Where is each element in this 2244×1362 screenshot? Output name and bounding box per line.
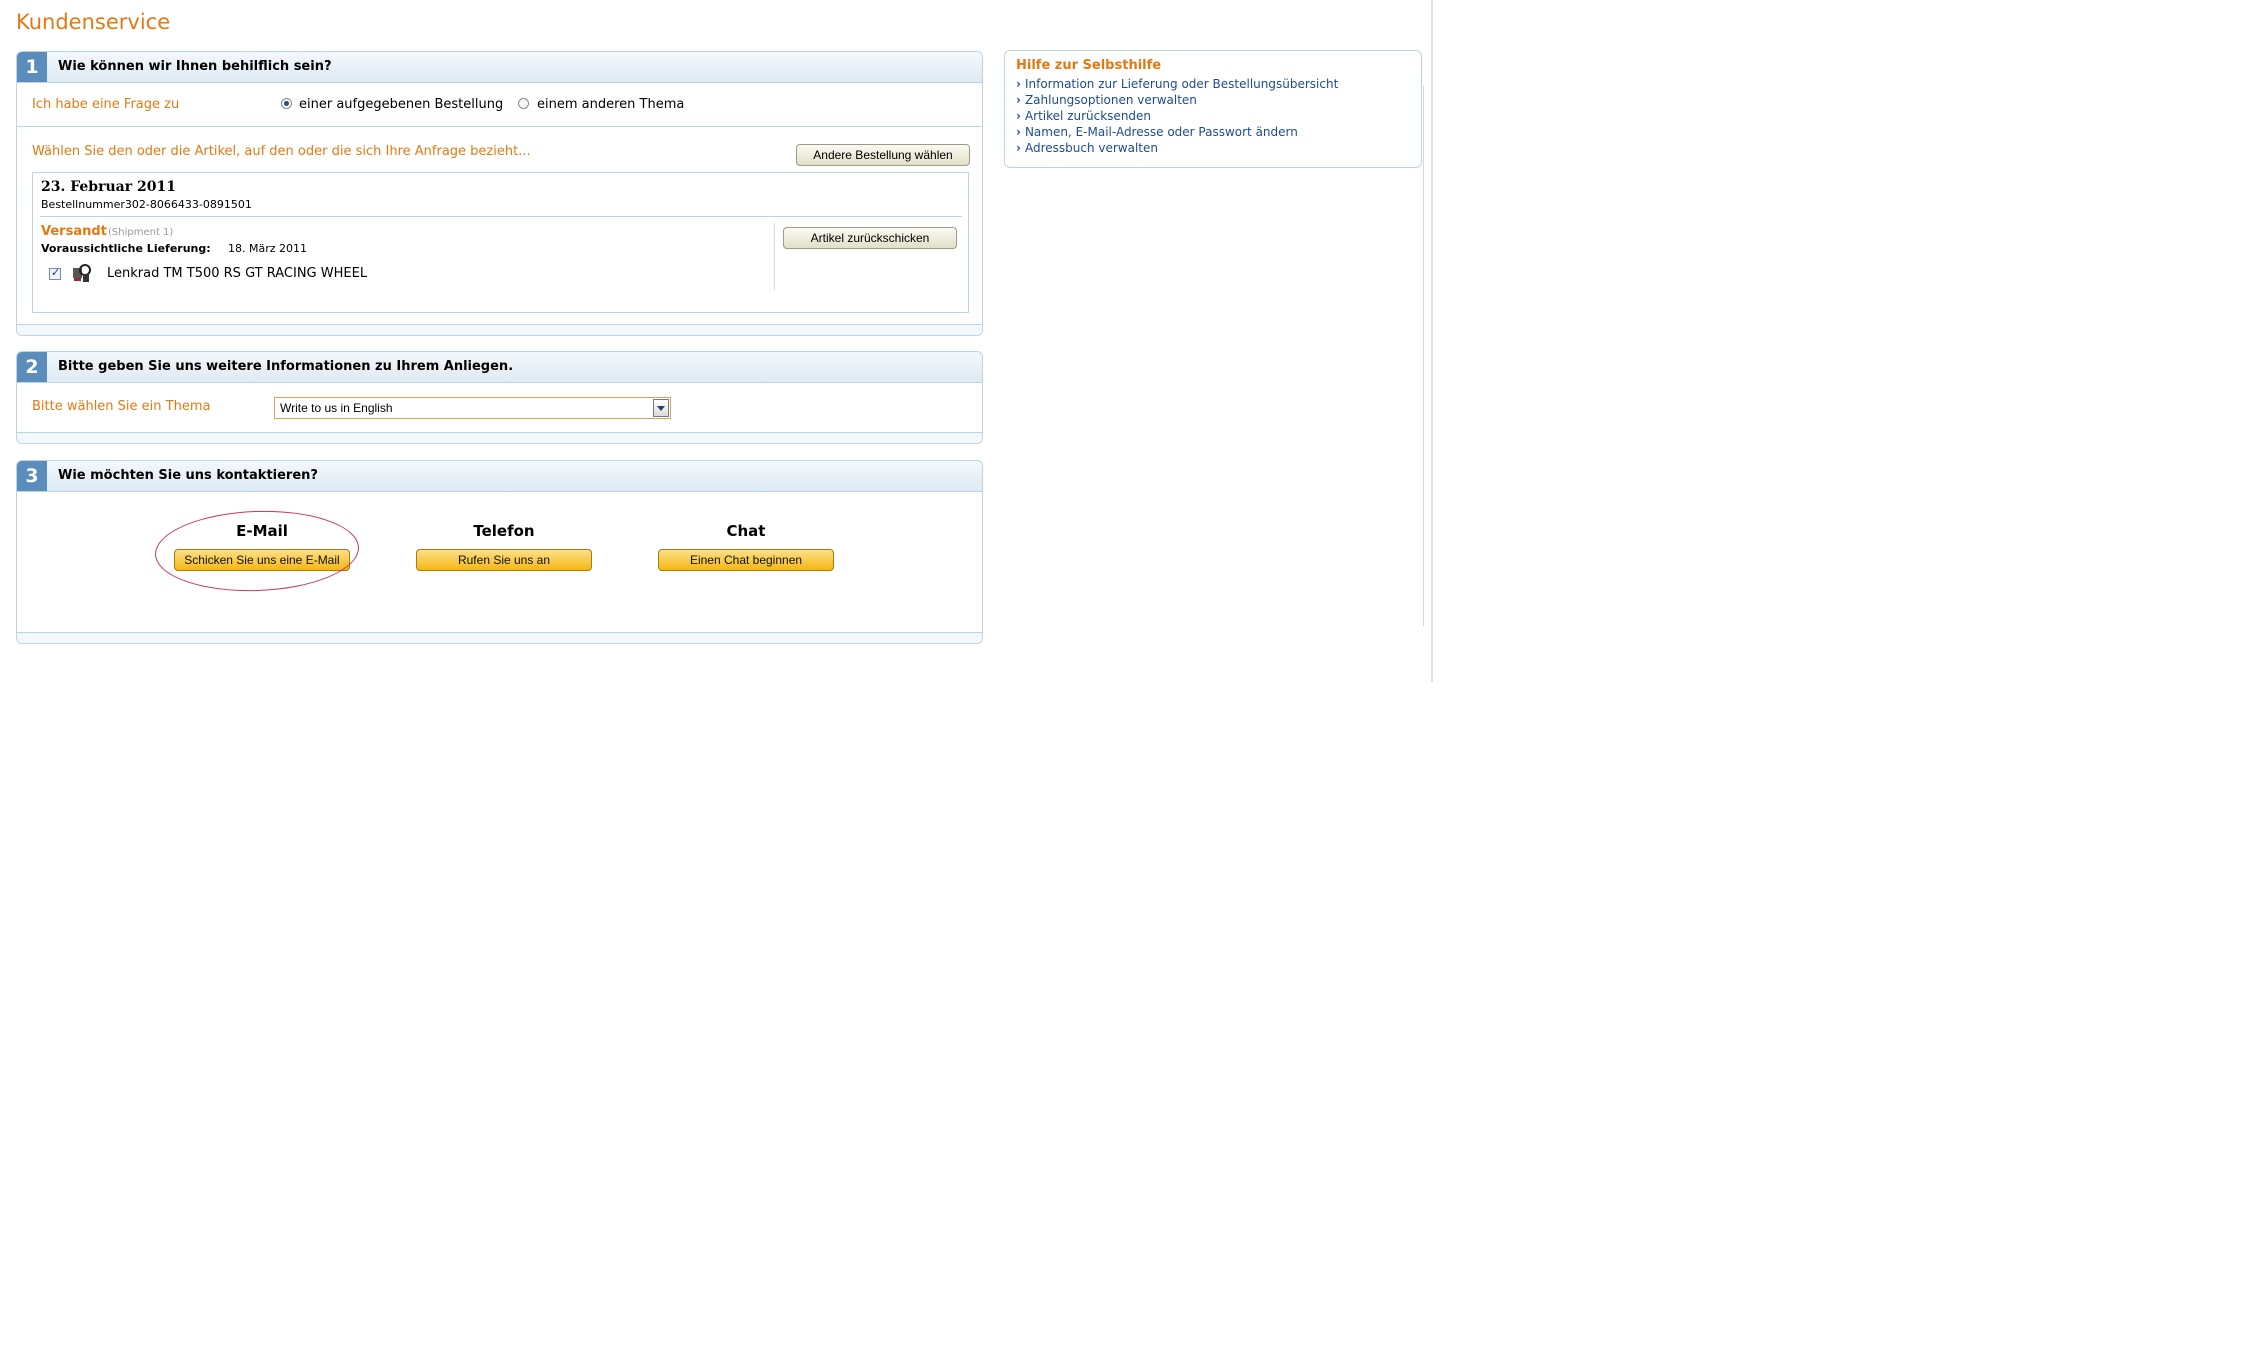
page-divider-inner xyxy=(1423,86,1424,626)
topic-select[interactable]: Write to us in English xyxy=(274,397,671,419)
delivery-date: 18. März 2011 xyxy=(228,242,308,255)
select-items-label: Wählen Sie den oder die Artikel, auf den… xyxy=(32,144,531,159)
radio-order[interactable] xyxy=(281,98,292,109)
section-2-number: 2 xyxy=(17,352,47,382)
page-title: Kundenservice xyxy=(16,10,171,34)
section-2-title: Bitte geben Sie uns weitere Informatione… xyxy=(58,359,514,374)
chevron-right-icon: › xyxy=(1016,141,1021,155)
self-help-link[interactable]: › Adressbuch verwalten xyxy=(1016,140,1338,156)
topic-label: Bitte wählen Sie ein Thema xyxy=(32,399,211,414)
self-help-link[interactable]: › Zahlungsoptionen verwalten xyxy=(1016,92,1338,108)
chevron-right-icon: › xyxy=(1016,109,1021,123)
order-divider xyxy=(40,216,962,217)
section-1-number: 1 xyxy=(17,52,47,82)
chevron-down-icon[interactable] xyxy=(653,399,669,417)
self-help-links: › Information zur Lieferung oder Bestellu… xyxy=(1016,76,1338,156)
topic-select-value: Write to us in English xyxy=(280,401,393,415)
chevron-right-icon: › xyxy=(1016,77,1021,91)
section-2-header: 2 Bitte geben Sie uns weitere Informatio… xyxy=(17,352,982,383)
self-help-link[interactable]: › Information zur Lieferung oder Bestellu… xyxy=(1016,76,1338,92)
order-column-divider xyxy=(774,223,775,291)
chevron-right-icon: › xyxy=(1016,125,1021,139)
radio-other-topic[interactable] xyxy=(518,98,529,109)
shipment-label: (Shipment 1) xyxy=(108,227,174,238)
item-checkbox[interactable] xyxy=(49,266,61,280)
order-status: Versandt xyxy=(41,224,107,239)
page-divider xyxy=(1431,0,1433,682)
section-3-header: 3 Wie möchten Sie uns kontaktieren? xyxy=(17,461,982,492)
delivery-label: Voraussichtliche Lieferung: xyxy=(41,242,211,255)
chevron-right-icon: › xyxy=(1016,93,1021,107)
section-1-header: 1 Wie können wir Ihnen behilflich sein? xyxy=(17,52,982,83)
page: Kundenservice 1 Wie können wir Ihnen beh… xyxy=(0,0,2244,1362)
self-help-link[interactable]: › Namen, E-Mail-Adresse oder Passwort änd… xyxy=(1016,124,1338,140)
radio-other-topic-label[interactable]: einem anderen Thema xyxy=(537,97,684,112)
return-item-button[interactable]: Artikel zurückschicken xyxy=(783,227,957,249)
order-number: Bestellnummer302-8066433-0891501 xyxy=(41,198,252,211)
racing-wheel-thumbnail-icon xyxy=(73,264,91,282)
section-1-divider xyxy=(17,126,982,127)
radio-order-label[interactable]: einer aufgegebenen Bestellung xyxy=(299,97,503,112)
section-1-title: Wie können wir Ihnen behilflich sein? xyxy=(58,59,332,74)
section-2-footer xyxy=(17,432,982,443)
phone-button[interactable]: Rufen Sie uns an xyxy=(416,549,592,571)
section-3-footer xyxy=(17,632,982,643)
item-name: Lenkrad TM T500 RS GT RACING WHEEL xyxy=(107,266,368,281)
section-3-number: 3 xyxy=(17,461,47,491)
section-1-footer xyxy=(17,324,982,335)
other-order-button[interactable]: Andere Bestellung wählen xyxy=(796,144,970,166)
self-help-link[interactable]: › Artikel zurücksenden xyxy=(1016,108,1338,124)
chat-button[interactable]: Einen Chat beginnen xyxy=(658,549,834,571)
self-help-box: Hilfe zur Selbsthilfe › Information zur L… xyxy=(1004,50,1422,168)
phone-heading: Telefon xyxy=(473,522,535,540)
self-help-title: Hilfe zur Selbsthilfe xyxy=(1016,58,1162,73)
chat-heading: Chat xyxy=(726,522,766,540)
question-label: Ich habe eine Frage zu xyxy=(32,97,180,112)
section-3-title: Wie möchten Sie uns kontaktieren? xyxy=(58,468,318,483)
order-date: 23. Februar 2011 xyxy=(41,179,176,195)
